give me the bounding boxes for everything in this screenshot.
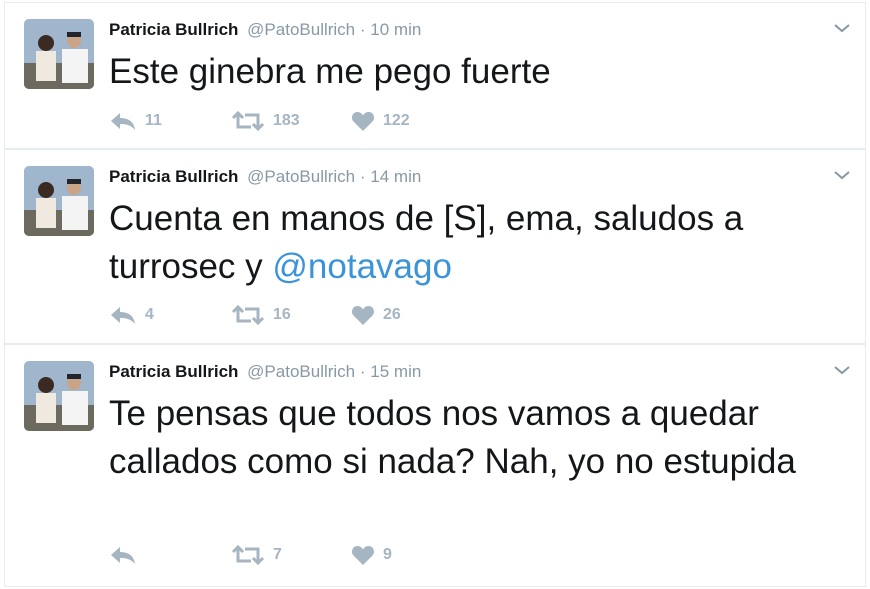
author-username[interactable]: @PatoBullrich: [247, 20, 355, 39]
tweet-timestamp[interactable]: 10 min: [370, 20, 421, 39]
like-count: 122: [383, 112, 410, 129]
chevron-down-icon[interactable]: [831, 359, 853, 381]
avatar[interactable]: [24, 166, 94, 236]
author-username[interactable]: @PatoBullrich: [247, 167, 355, 186]
retweet-count: 7: [273, 546, 282, 563]
tweet-text: Te pensas que todos nos vamos a quedar c…: [109, 390, 849, 486]
retweet-icon: [231, 544, 265, 566]
reply-icon: [111, 307, 135, 324]
separator-dot: ·: [359, 167, 366, 186]
avatar[interactable]: [24, 361, 94, 431]
reply-button[interactable]: 11: [109, 107, 162, 135]
like-button[interactable]: 122: [351, 107, 410, 135]
tweet-actions: 7 9: [109, 541, 509, 569]
separator-dot: ·: [359, 362, 366, 381]
tweet[interactable]: Patricia Bullrich @PatoBullrich · 14 min…: [4, 149, 866, 344]
separator-dot: ·: [359, 20, 366, 39]
author-name[interactable]: Patricia Bullrich: [109, 20, 238, 39]
tweet-text-body: Este ginebra me pego fuerte: [109, 52, 551, 91]
retweet-button[interactable]: 183: [231, 107, 300, 135]
like-button[interactable]: 9: [351, 541, 392, 569]
tweet-header: Patricia Bullrich @PatoBullrich · 15 min: [109, 361, 421, 383]
retweet-count: 16: [273, 306, 291, 323]
chevron-down-icon[interactable]: [831, 17, 853, 39]
tweet-text: Cuenta en manos de [S], ema, saludos a t…: [109, 195, 849, 291]
heart-icon: [351, 112, 375, 131]
tweet-timestamp[interactable]: 15 min: [370, 362, 421, 381]
tweet-text: Este ginebra me pego fuerte: [109, 48, 849, 96]
author-username[interactable]: @PatoBullrich: [247, 362, 355, 381]
reply-count: 4: [145, 306, 154, 323]
author-name[interactable]: Patricia Bullrich: [109, 362, 238, 381]
tweet-text-body: Te pensas que todos nos vamos a quedar c…: [109, 394, 796, 481]
retweet-icon: [231, 304, 265, 326]
reply-count: 11: [145, 112, 162, 129]
avatar[interactable]: [24, 19, 94, 89]
retweet-button[interactable]: 7: [231, 541, 282, 569]
tweet-timestamp[interactable]: 14 min: [370, 167, 421, 186]
tweet-timeline: Patricia Bullrich @PatoBullrich · 10 min…: [0, 0, 870, 589]
reply-icon: [111, 113, 135, 130]
like-count: 9: [383, 546, 392, 563]
author-name[interactable]: Patricia Bullrich: [109, 167, 238, 186]
retweet-button[interactable]: 16: [231, 301, 291, 329]
tweet[interactable]: Patricia Bullrich @PatoBullrich · 10 min…: [4, 2, 866, 149]
tweet-header: Patricia Bullrich @PatoBullrich · 14 min: [109, 166, 421, 188]
like-count: 26: [383, 306, 401, 323]
reply-button[interactable]: [109, 541, 145, 569]
like-button[interactable]: 26: [351, 301, 401, 329]
tweet-actions: 4 16 26: [109, 301, 509, 329]
tweet-actions: 11 183 122: [109, 107, 509, 135]
reply-icon: [111, 547, 135, 564]
retweet-icon: [231, 110, 265, 132]
retweet-count: 183: [273, 112, 300, 129]
reply-button[interactable]: 4: [109, 301, 154, 329]
mention-link[interactable]: @notavago: [272, 247, 452, 286]
heart-icon: [351, 546, 375, 565]
tweet-header: Patricia Bullrich @PatoBullrich · 10 min: [109, 19, 421, 41]
chevron-down-icon[interactable]: [831, 164, 853, 186]
tweet[interactable]: Patricia Bullrich @PatoBullrich · 15 min…: [4, 344, 866, 587]
heart-icon: [351, 306, 375, 325]
